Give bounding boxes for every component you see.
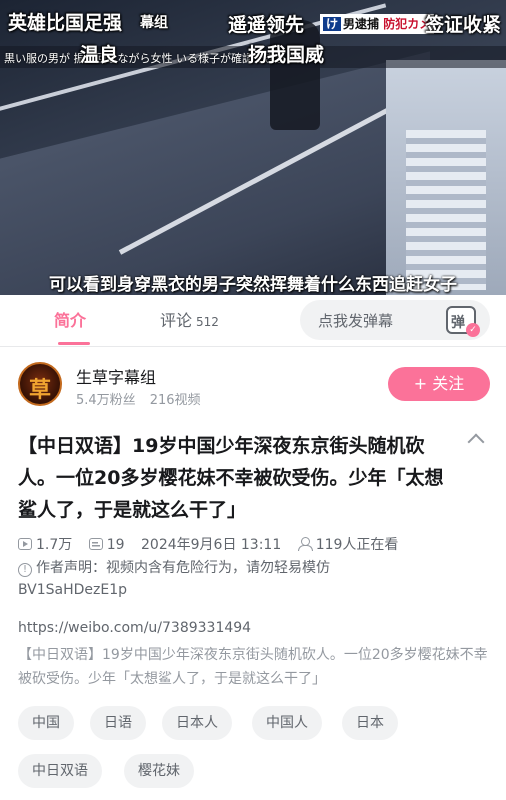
video-title: 【中日双语】19岁中国少年深夜东京街头随机砍人。一位20多岁樱花妹不幸被砍受伤。… [18, 435, 444, 521]
tag-chip[interactable]: 日本 [342, 706, 398, 740]
danmaku-input-placeholder: 点我发弹幕 [318, 312, 394, 330]
follow-button[interactable]: + 关注 [388, 367, 490, 401]
uploader-name[interactable]: 生草字幕组 [76, 364, 156, 388]
chevron-up-icon[interactable] [467, 433, 485, 451]
video-meta: 1.7万 19 2024年9月6日 13:11 119人正在看 [18, 534, 410, 554]
danmaku-count-value: 19 [106, 537, 125, 553]
danmaku-icon: 弹 [451, 315, 465, 331]
play-icon [18, 538, 32, 550]
check-icon: ✓ [466, 323, 480, 337]
danmaku-comment: 扬我国威 [248, 44, 325, 66]
danmaku-comment: 温良 [80, 44, 119, 66]
video-overlay-tag: 幕组 [140, 15, 168, 31]
news-badge-prefix: け [323, 17, 342, 31]
danmaku-icon [88, 538, 103, 550]
tab-bar: 简介 评论 512 点我发弹幕 弹 ✓ [0, 295, 506, 347]
tab-intro[interactable]: 简介 [54, 307, 86, 331]
uploader-fans: 5.4万粉丝 [76, 393, 136, 408]
uploader-stats: 5.4万粉丝 216视频 [76, 389, 201, 408]
avatar[interactable]: 草 [18, 362, 62, 406]
danmaku-comment: 英雄比国足强 [8, 12, 123, 34]
view-count-value: 1.7万 [36, 537, 73, 553]
uploader-videos: 216视频 [149, 393, 201, 408]
description-link[interactable]: https://weibo.com/u/7389331494 [18, 620, 251, 636]
avatar-glyph: 草 [28, 378, 51, 403]
people-icon [297, 537, 313, 551]
danmaku-input[interactable]: 点我发弹幕 弹 ✓ [300, 300, 490, 340]
news-badge: け男逮捕 防犯カメ [320, 14, 435, 34]
video-subtitle: 可以看到身穿黑衣的男子突然挥舞着什么东西追赶女子 [49, 275, 457, 295]
view-count: 1.7万 [18, 534, 72, 554]
danmaku-comment: 遥遥领先 [228, 14, 305, 36]
news-badge-arrest: 男逮捕 [343, 17, 380, 31]
video-frame-road [0, 51, 430, 295]
bvid[interactable]: BV1SaHDezE1p [18, 582, 127, 598]
publish-datetime: 2024年9月6日 13:11 [141, 537, 282, 553]
warning-icon: ! [18, 563, 32, 577]
danmaku-comment: 签证收紧 [425, 14, 502, 36]
video-frame-building [386, 60, 506, 295]
tag-chip[interactable]: 中日双语 [18, 754, 102, 788]
active-tab-indicator [58, 342, 90, 345]
tag-chip[interactable]: 樱花妹 [124, 754, 194, 788]
tag-chip[interactable]: 日语 [90, 706, 146, 740]
author-statement: ! 作者声明：视频内含有危险行为，请勿轻易模仿 [18, 557, 330, 577]
comments-count: 512 [196, 315, 219, 329]
author-statement-text: 作者声明：视频内含有危险行为，请勿轻易模仿 [36, 560, 330, 576]
tag-chip[interactable]: 日本人 [162, 706, 232, 740]
danmaku-toggle-button[interactable]: 弹 ✓ [446, 306, 480, 337]
video-description: 【中日双语】19岁中国少年深夜东京街头随机砍人。一位20多岁樱花妹不幸被砍受伤。… [18, 647, 488, 687]
tab-comments[interactable]: 评论 512 [160, 307, 219, 331]
tab-comments-label: 评论 [160, 311, 193, 330]
tag-chip[interactable]: 中国 [18, 706, 74, 740]
danmaku-count: 19 [88, 537, 125, 553]
watching-count-value: 119人正在看 [315, 537, 399, 553]
video-player[interactable]: 黒い服の男が 振り回しながら女性 いる様子が確認できます。 け男逮捕 防犯カメ … [0, 0, 506, 295]
watching-count: 119人正在看 [297, 534, 399, 554]
tag-chip[interactable]: 中国人 [252, 706, 322, 740]
